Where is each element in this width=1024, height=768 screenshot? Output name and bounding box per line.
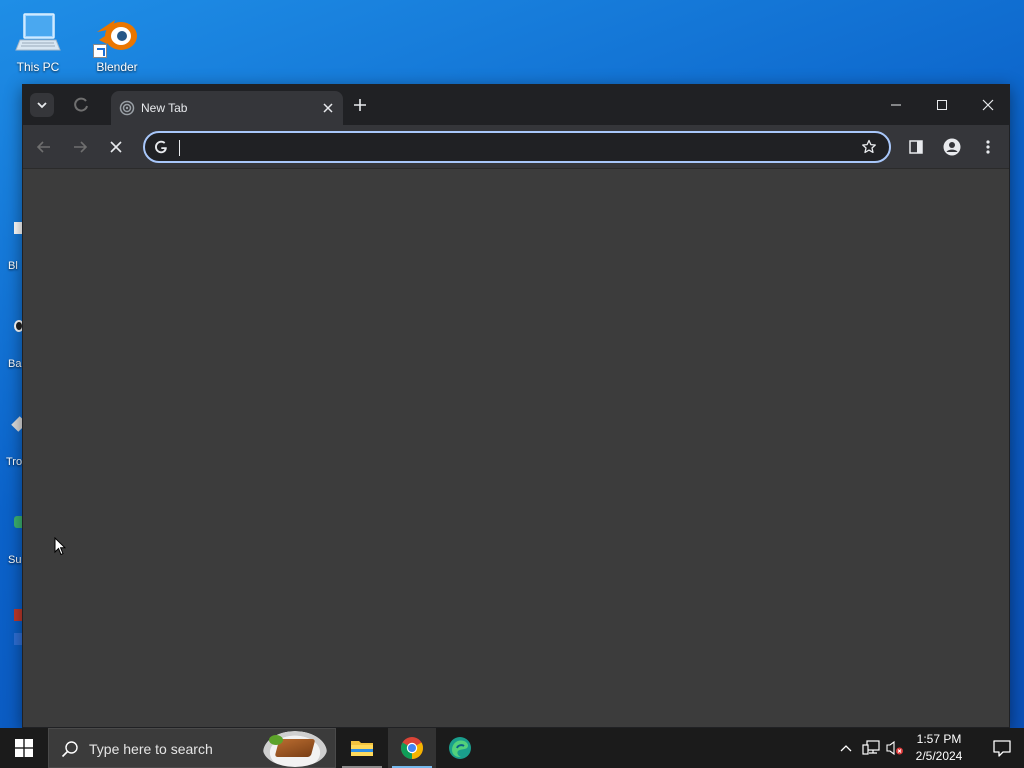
page-content[interactable]	[23, 170, 1009, 727]
app-icon	[14, 516, 22, 528]
plus-icon	[354, 99, 366, 111]
stop-loading-button[interactable]	[105, 136, 127, 158]
address-bar[interactable]	[143, 131, 891, 163]
taskbar-search-box[interactable]: Type here to search	[48, 728, 336, 768]
taskbar-edge[interactable]	[436, 728, 484, 768]
bookmark-star-icon[interactable]	[861, 139, 877, 155]
clock-time: 1:57 PM	[916, 732, 962, 746]
close-icon	[110, 141, 122, 153]
desktop-icon-partial[interactable]: Ba	[0, 314, 22, 374]
loading-spinner-icon	[74, 97, 88, 112]
taskbar-file-explorer[interactable]	[338, 728, 386, 768]
desktop-icon-label: Tro	[6, 456, 22, 468]
tab-new-tab[interactable]: New Tab	[111, 91, 343, 125]
tab-search-button[interactable]	[30, 93, 54, 117]
desktop-icon-partial[interactable]: Tro	[0, 412, 22, 472]
side-panel-icon	[909, 140, 923, 154]
profile-avatar-icon	[943, 138, 961, 156]
profile-button[interactable]	[941, 136, 963, 158]
chevron-up-icon	[840, 745, 852, 752]
file-explorer-icon	[351, 741, 373, 756]
network-tray-button[interactable]	[860, 728, 882, 768]
desktop-icon-this-pc[interactable]: This PC	[0, 10, 76, 74]
desktop-icon-blender[interactable]: Blender	[79, 10, 155, 74]
desktop-icon-partial[interactable]: Bl	[0, 216, 22, 276]
desktop-icon-partial[interactable]	[0, 605, 22, 649]
kebab-menu-icon	[986, 140, 990, 154]
app-icon	[14, 320, 22, 332]
maximize-button[interactable]	[919, 85, 965, 125]
minimize-button[interactable]	[873, 85, 919, 125]
browser-toolbar	[23, 125, 1009, 169]
desktop-icon-label: This PC	[16, 60, 60, 74]
shortcut-arrow-icon	[93, 44, 107, 58]
arrow-left-icon	[36, 141, 50, 153]
address-input[interactable]	[177, 136, 837, 158]
volume-tray-button[interactable]	[884, 728, 906, 768]
browser-window: New Tab	[22, 84, 1010, 728]
search-highlight-pie-image[interactable]	[263, 731, 327, 767]
tab-title: New Tab	[141, 101, 188, 115]
app-icon	[14, 222, 22, 234]
taskbar-clock[interactable]: 1:57 PM 2/5/2024	[908, 731, 970, 765]
desktop-icon-partial[interactable]: Su	[0, 510, 22, 570]
title-bar: New Tab	[23, 85, 1009, 125]
maximize-icon	[937, 100, 947, 110]
network-icon	[862, 740, 880, 755]
text-caret	[179, 140, 180, 156]
desktop-icon-label: Blender	[96, 60, 138, 74]
forward-button[interactable]	[69, 136, 91, 158]
google-icon	[155, 140, 167, 154]
taskbar-chrome[interactable]	[388, 728, 436, 768]
arrow-right-icon	[74, 141, 88, 153]
desktop-icon-label: Su	[8, 554, 22, 566]
computer-icon	[14, 10, 62, 58]
shortcut-arrow-icon	[14, 633, 22, 645]
show-hidden-icons-button[interactable]	[836, 728, 856, 768]
chevron-down-icon	[37, 102, 47, 109]
start-button[interactable]	[0, 728, 48, 768]
edge-icon	[449, 737, 471, 759]
windows-logo-icon	[15, 739, 33, 757]
minimize-icon	[891, 104, 901, 106]
clock-date: 2/5/2024	[915, 749, 963, 763]
mouse-cursor-icon	[54, 537, 66, 556]
new-tab-favicon-icon	[119, 100, 135, 116]
side-panel-button[interactable]	[905, 136, 927, 158]
search-placeholder: Type here to search	[89, 741, 213, 757]
app-icon	[11, 416, 22, 432]
search-icon	[61, 741, 78, 758]
taskbar: Type here to search 1:57 PM 2/5/2024	[0, 728, 1024, 768]
close-tab-button[interactable]	[319, 99, 337, 117]
close-window-button[interactable]	[965, 85, 1011, 125]
desktop-icon-label: Bl	[8, 260, 18, 272]
new-tab-button[interactable]	[350, 95, 370, 115]
close-icon	[323, 103, 333, 113]
blender-icon	[93, 10, 141, 58]
app-icon	[14, 609, 22, 621]
notification-center-icon[interactable]	[992, 738, 1012, 758]
close-icon	[982, 99, 994, 111]
back-button[interactable]	[33, 136, 55, 158]
volume-muted-icon	[886, 740, 903, 756]
desktop-icon-label: Ba	[8, 358, 22, 370]
menu-button[interactable]	[977, 136, 999, 158]
chrome-icon	[401, 737, 423, 759]
